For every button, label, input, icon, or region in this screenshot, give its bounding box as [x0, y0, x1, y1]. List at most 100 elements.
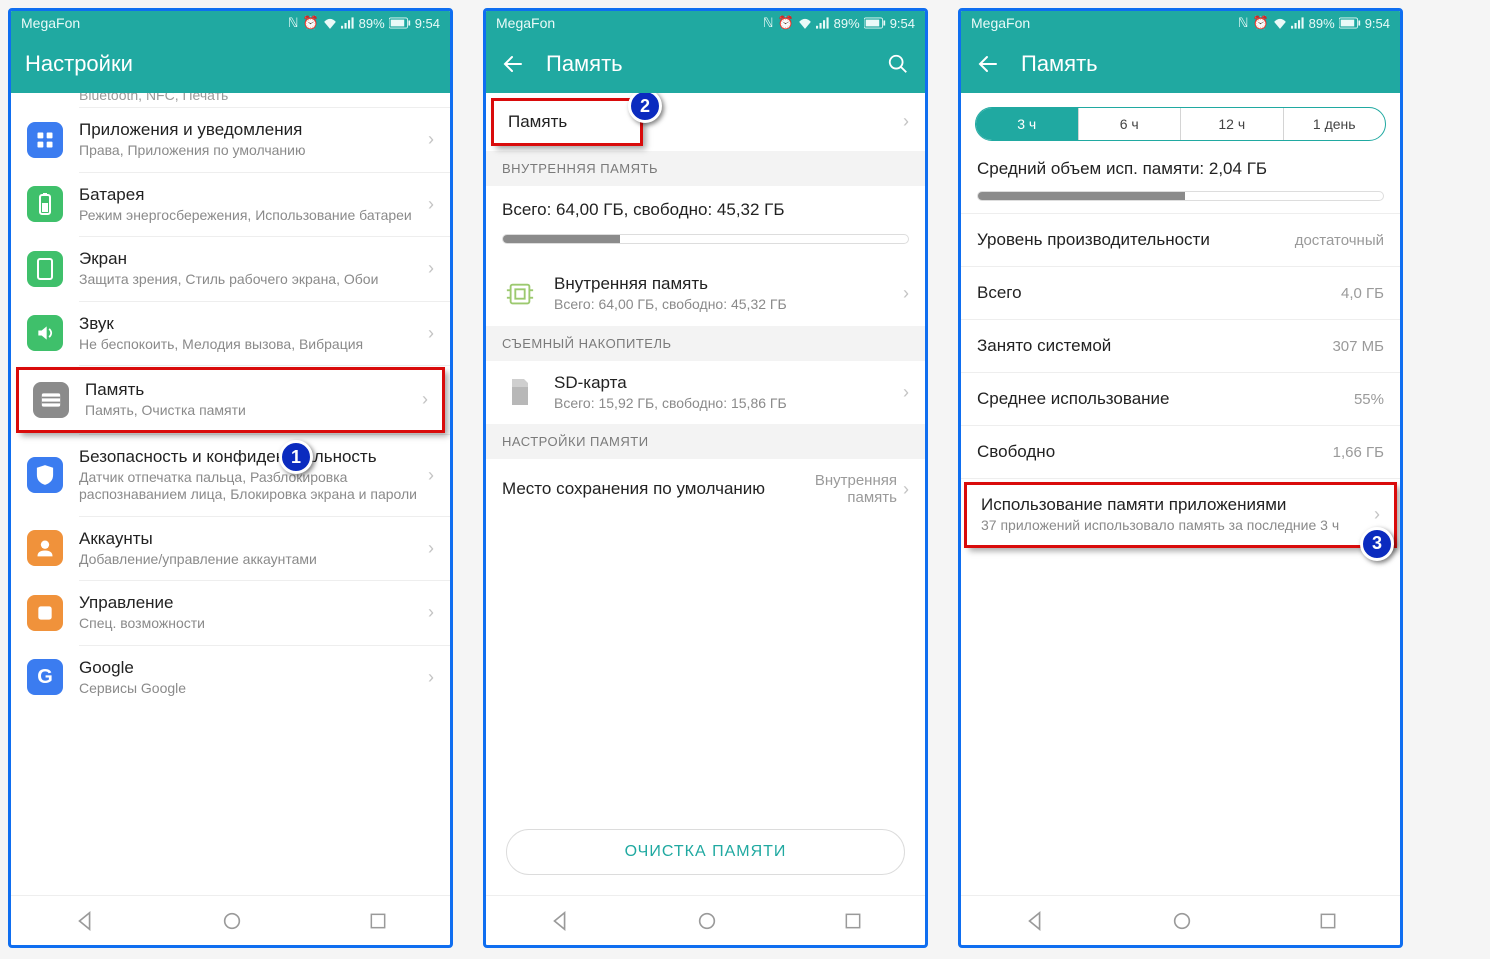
app-memory-usage-row[interactable]: Использование памяти приложениями 37 при…	[965, 483, 1396, 547]
settings-row-sound[interactable]: Звук Не беспокоить, Мелодия вызова, Вибра…	[11, 302, 450, 366]
nav-bar	[486, 895, 925, 945]
signal-icon	[1291, 17, 1305, 29]
time-range-segmented[interactable]: 3 ч6 ч12 ч1 день	[975, 107, 1386, 141]
cleanup-button[interactable]: ОЧИСТКА ПАМЯТИ	[506, 829, 905, 875]
alarm-icon: ⏰	[302, 15, 318, 31]
status-right: ℕ ⏰ 89% 9:54	[288, 15, 440, 31]
app-bar: Память	[486, 35, 925, 93]
shield-icon	[27, 457, 63, 493]
nav-recent-icon[interactable]	[1318, 911, 1338, 931]
nfc-icon: ℕ	[763, 15, 773, 31]
manage-icon	[27, 595, 63, 631]
summary-text: Всего: 64,00 ГБ, свободно: 45,32 ГБ	[502, 200, 909, 220]
wifi-icon	[323, 17, 337, 29]
stat-value: 307 МБ	[1332, 338, 1384, 355]
stat-value: 4,0 ГБ	[1341, 285, 1384, 302]
nav-back-icon[interactable]	[1024, 910, 1046, 932]
storage-summary: Всего: 64,00 ГБ, свободно: 45,32 ГБ	[486, 186, 925, 262]
row-title: Управление	[79, 593, 428, 613]
nav-bar	[961, 895, 1400, 945]
settings-row-manage[interactable]: УправлениеСпец. возможности›	[11, 581, 450, 645]
nav-home-icon[interactable]	[1171, 910, 1193, 932]
nav-recent-icon[interactable]	[843, 911, 863, 931]
chevron-icon: ›	[428, 602, 434, 623]
settings-row-memory[interactable]: ПамятьПамять, Очистка памяти›	[17, 368, 444, 432]
status-bar: MegaFon ℕ ⏰ 89% 9:54	[961, 11, 1400, 35]
memory-stat-row: Занято системой 307 МБ	[961, 320, 1400, 372]
row-sub: Не беспокоить, Мелодия вызова, Вибрация	[79, 336, 428, 354]
back-button[interactable]	[975, 51, 1001, 77]
phone-memory: MegaFon ℕ ⏰ 89% 9:54 Память 3 ч6 ч12 ч1 …	[958, 8, 1403, 948]
memory-stat-row: Среднее использование55%	[961, 373, 1400, 425]
chevron-icon: ›	[903, 111, 909, 132]
section-internal: ВНУТРЕННЯЯ ПАМЯТЬ	[486, 151, 925, 186]
row-title: Батарея	[79, 185, 428, 205]
default-location-row[interactable]: Место сохранения по умолчанию Внутренняя…	[486, 459, 925, 519]
nfc-icon: ℕ	[288, 15, 298, 31]
nav-home-icon[interactable]	[221, 910, 243, 932]
carrier-label: MegaFon	[971, 15, 1030, 31]
search-button[interactable]	[885, 51, 911, 77]
phone-settings: MegaFon ℕ ⏰ 89% 9:54 Настройки Blue	[8, 8, 453, 948]
chevron-icon: ›	[422, 389, 428, 410]
prev-row-sub: Bluetooth, NFC, Печать	[11, 93, 450, 103]
sound-icon	[27, 315, 63, 351]
memory-stat-row: Уровень производительностидостаточный	[961, 214, 1400, 266]
chevron-icon: ›	[1374, 504, 1380, 525]
nav-home-icon[interactable]	[696, 910, 718, 932]
page-title: Память	[546, 51, 865, 77]
nav-recent-icon[interactable]	[368, 911, 388, 931]
internal-storage-row[interactable]: Внутренняя память Всего: 64,00 ГБ, свобо…	[486, 262, 925, 326]
carrier-label: MegaFon	[21, 15, 80, 31]
app-bar: Настройки	[11, 35, 450, 93]
battery-icon	[1339, 17, 1361, 29]
nav-back-icon[interactable]	[549, 910, 571, 932]
time-range-option[interactable]: 12 ч	[1181, 108, 1284, 140]
settings-row-screen[interactable]: ЭкранЗащита зрения, Стиль рабочего экран…	[11, 237, 450, 301]
settings-row-account[interactable]: АккаунтыДобавление/управление аккаунтами…	[11, 517, 450, 581]
battery-pct: 89%	[359, 16, 385, 31]
stat-value: 1,66 ГБ	[1333, 444, 1384, 461]
avg-memory-bar	[977, 191, 1384, 201]
chip-icon	[502, 276, 538, 312]
avg-memory-block: Средний объем исп. памяти: 2,04 ГБ	[961, 159, 1400, 213]
section-settings: НАСТРОЙКИ ПАМЯТИ	[486, 424, 925, 459]
settings-row-google[interactable]: GGoogleСервисы Google›	[11, 646, 450, 710]
memory-row[interactable]: Память	[492, 99, 642, 145]
time-range-option[interactable]: 3 ч	[976, 108, 1079, 140]
stat-key: Всего	[977, 283, 1022, 303]
memory-icon	[33, 382, 69, 418]
stat-value: достаточный	[1295, 232, 1384, 249]
google-icon: G	[27, 659, 63, 695]
storage-bar	[502, 234, 909, 244]
avg-memory-label: Средний объем исп. памяти: 2,04 ГБ	[977, 159, 1384, 179]
settings-row-battery[interactable]: БатареяРежим энергосбережения, Использов…	[11, 173, 450, 237]
settings-list[interactable]: Bluetooth, NFC, Печать Приложения и увед…	[11, 93, 450, 895]
storage-list[interactable]: Память › 2 ВНУТРЕННЯЯ ПАМЯТЬ Всего: 64,0…	[486, 93, 925, 895]
nav-bar	[11, 895, 450, 945]
memory-detail[interactable]: 3 ч6 ч12 ч1 день Средний объем исп. памя…	[961, 93, 1400, 895]
section-external: СЪЕМНЫЙ НАКОПИТЕЛЬ	[486, 326, 925, 361]
time-range-option[interactable]: 6 ч	[1079, 108, 1182, 140]
battery-icon	[864, 17, 886, 29]
stat-key: Занято системой	[977, 336, 1111, 356]
battery-icon	[27, 186, 63, 222]
row-sub: Добавление/управление аккаунтами	[79, 551, 428, 569]
row-sub: Права, Приложения по умолчанию	[79, 142, 428, 160]
page-title: Память	[1021, 51, 1386, 77]
sd-card-row[interactable]: SD-карта Всего: 15,92 ГБ, свободно: 15,8…	[486, 361, 925, 425]
step-badge-3: 3	[1360, 527, 1394, 561]
clock: 9:54	[415, 16, 440, 31]
settings-row-shield[interactable]: Безопасность и конфиденциальностьДатчик …	[11, 435, 450, 516]
battery-icon	[389, 17, 411, 29]
settings-row-apps[interactable]: Приложения и уведомленияПрава, Приложени…	[11, 108, 450, 172]
chevron-icon: ›	[903, 382, 909, 403]
memory-stat-row: Всего 4,0 ГБ	[961, 267, 1400, 319]
chevron-icon: ›	[903, 479, 909, 500]
time-range-option[interactable]: 1 день	[1284, 108, 1386, 140]
row-sub: Защита зрения, Стиль рабочего экрана, Об…	[79, 271, 428, 289]
row-title: Звук	[79, 314, 428, 334]
back-button[interactable]	[500, 51, 526, 77]
stat-value: 55%	[1354, 391, 1384, 408]
nav-back-icon[interactable]	[74, 910, 96, 932]
